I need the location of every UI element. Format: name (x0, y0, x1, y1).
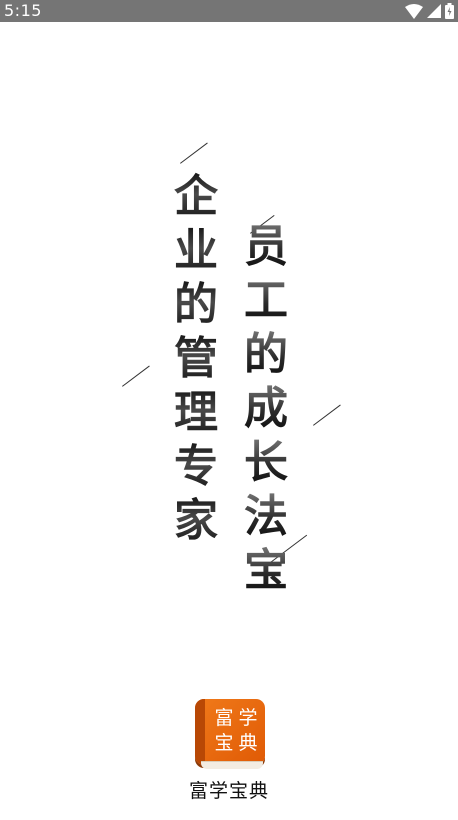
cell-signal-icon (427, 4, 441, 18)
decor-slash-3 (122, 365, 150, 387)
slogan-char: 长 (244, 437, 288, 488)
slogan-char: 专 (174, 441, 218, 492)
app-logo: 富 学 宝 典 (195, 699, 265, 769)
slogan-char: 企 (174, 171, 218, 222)
splash-screen: 5:15 企 业 的 管 理 专 家 员 工 的 成 长 法 宝 富 学 宝 典… (0, 0, 458, 820)
slogan-char: 工 (244, 275, 288, 326)
wifi-icon (405, 3, 423, 19)
app-logo-spine (195, 699, 205, 765)
slogan-char: 的 (174, 279, 218, 330)
app-logo-char: 学 (238, 707, 258, 729)
app-logo-pages (201, 761, 263, 769)
slogan-char: 法 (244, 491, 288, 542)
slogan-char: 管 (174, 333, 218, 384)
slogan-char: 理 (174, 387, 218, 438)
slogan-char: 家 (174, 495, 218, 546)
slogan-char: 的 (244, 329, 288, 380)
status-icons (405, 3, 454, 19)
battery-charging-icon (445, 3, 454, 19)
status-time: 5:15 (4, 1, 42, 20)
app-logo-text: 富 学 宝 典 (212, 706, 260, 756)
app-name: 富学宝典 (188, 780, 269, 802)
app-logo-char: 典 (238, 732, 258, 754)
slogan-right-column: 员 工 的 成 长 法 宝 (242, 220, 290, 598)
decor-slash-4 (313, 404, 341, 426)
status-bar: 5:15 (0, 0, 458, 22)
app-logo-char: 宝 (214, 732, 234, 754)
decor-slash-1 (180, 142, 208, 164)
slogan-char: 宝 (244, 545, 288, 596)
app-logo-char: 富 (214, 707, 234, 729)
slogan-char: 员 (244, 221, 288, 272)
slogan-char: 成 (244, 383, 288, 434)
slogan-left-column: 企 业 的 管 理 专 家 (172, 170, 220, 548)
slogan-char: 业 (174, 225, 218, 276)
